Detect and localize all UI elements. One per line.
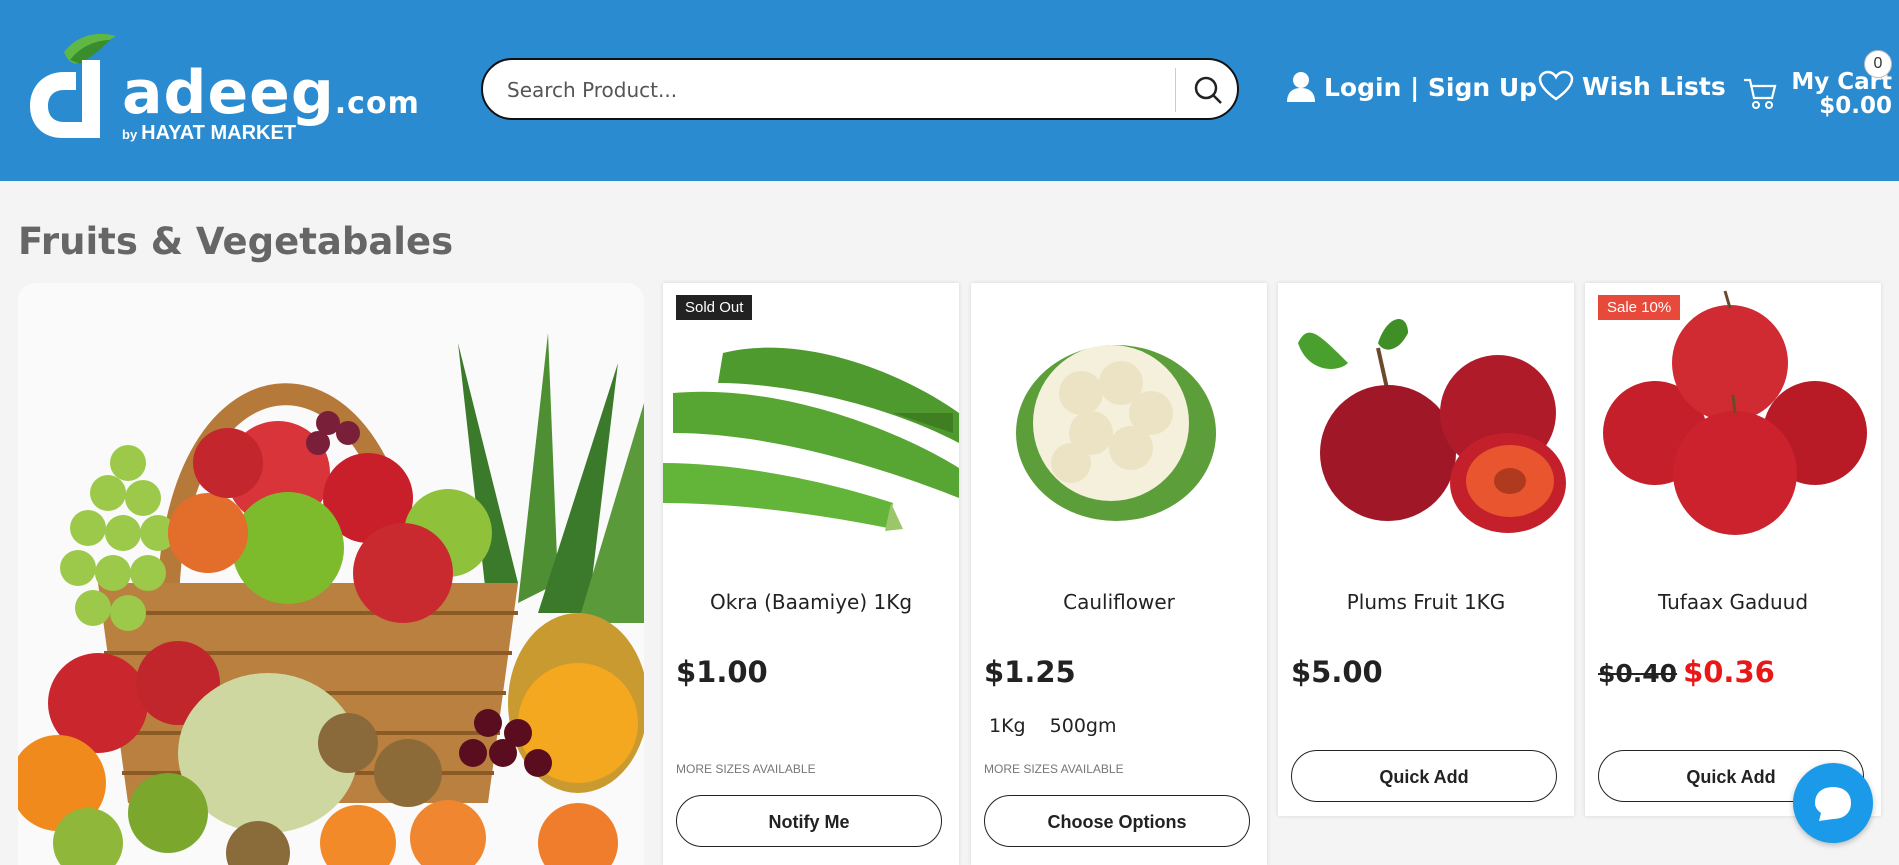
- wishlist-link[interactable]: Wish Lists: [1538, 70, 1726, 102]
- product-name[interactable]: Okra (Baamiye) 1Kg: [663, 590, 959, 614]
- product-name[interactable]: Tufaax Gaduud: [1585, 590, 1881, 614]
- product-price: $1.00: [676, 655, 768, 689]
- original-price: $0.40: [1598, 659, 1678, 688]
- cart-icon: [1744, 78, 1777, 109]
- notify-me-button[interactable]: Notify Me: [676, 795, 942, 847]
- cauliflower-image: [1016, 345, 1216, 521]
- heart-icon: [1538, 70, 1574, 101]
- product-image[interactable]: [663, 283, 959, 553]
- logo-mark-icon: [30, 33, 116, 138]
- product-image[interactable]: [971, 283, 1267, 553]
- more-sizes-note: MORE SIZES AVAILABLE: [676, 762, 816, 776]
- chat-bubble-icon: [1815, 787, 1851, 821]
- size-options: 1Kg 500gm: [989, 715, 1135, 737]
- login-label: Login | Sign Up: [1324, 72, 1538, 102]
- login-link[interactable]: Login | Sign Up: [1286, 70, 1537, 104]
- search-button[interactable]: [1183, 66, 1233, 114]
- search-bar: [481, 58, 1239, 120]
- sale-badge: Sale 10%: [1598, 295, 1681, 320]
- cart-count-badge: 0: [1864, 50, 1892, 78]
- search-input[interactable]: [505, 74, 1149, 106]
- product-price: $1.25: [984, 655, 1076, 689]
- brand-subtitle: by HAYAT MARKET: [122, 122, 297, 144]
- product-card[interactable]: Cauliflower $1.25 1Kg 500gm MORE SIZES A…: [971, 283, 1267, 865]
- sale-price: $0.36: [1683, 655, 1775, 689]
- red-apples-image: [1603, 290, 1867, 535]
- product-image[interactable]: [1278, 283, 1574, 553]
- size-option[interactable]: 1Kg: [989, 715, 1026, 737]
- product-price: $5.00: [1291, 655, 1383, 689]
- category-hero-image[interactable]: [18, 283, 644, 865]
- search-icon: [1194, 76, 1222, 104]
- brand-logo[interactable]: adeeg.com by HAYAT MARKET: [30, 30, 419, 150]
- wishlist-label: Wish Lists: [1582, 71, 1726, 101]
- product-card[interactable]: Sale 10% Tufaax Gaduud $0.40 $0.36 Quick …: [1585, 283, 1881, 816]
- quick-add-button[interactable]: Quick Add: [1291, 750, 1557, 802]
- okra-image: [663, 347, 959, 531]
- product-card[interactable]: Sold Out Okra (Baamiye) 1Kg $1.00 MORE S…: [663, 283, 959, 865]
- choose-options-button[interactable]: Choose Options: [984, 795, 1250, 847]
- brand-name: adeeg.com: [122, 58, 420, 128]
- product-image[interactable]: [1585, 283, 1881, 553]
- cart-button[interactable]: My Cart $0.00 0: [1742, 50, 1892, 120]
- sold-out-badge: Sold Out: [676, 295, 753, 320]
- product-name[interactable]: Plums Fruit 1KG: [1278, 590, 1574, 614]
- site-header: adeeg.com byHAYAT MARKET Login | Sign Up…: [0, 0, 1899, 181]
- product-card[interactable]: Plums Fruit 1KG $5.00 Quick Add: [1278, 283, 1574, 816]
- product-name[interactable]: Cauliflower: [971, 590, 1267, 614]
- cart-total: $0.00: [1819, 93, 1892, 119]
- user-icon: [1287, 72, 1315, 102]
- search-divider: [1175, 68, 1176, 112]
- fruit-basket-image: [18, 283, 644, 865]
- product-price: $0.40 $0.36: [1598, 655, 1775, 689]
- section-title: Fruits & Vegetabales: [18, 220, 454, 263]
- plums-image: [1298, 319, 1566, 533]
- size-option[interactable]: 500gm: [1050, 715, 1117, 737]
- more-sizes-note: MORE SIZES AVAILABLE: [984, 762, 1124, 776]
- chat-button[interactable]: [1793, 763, 1873, 843]
